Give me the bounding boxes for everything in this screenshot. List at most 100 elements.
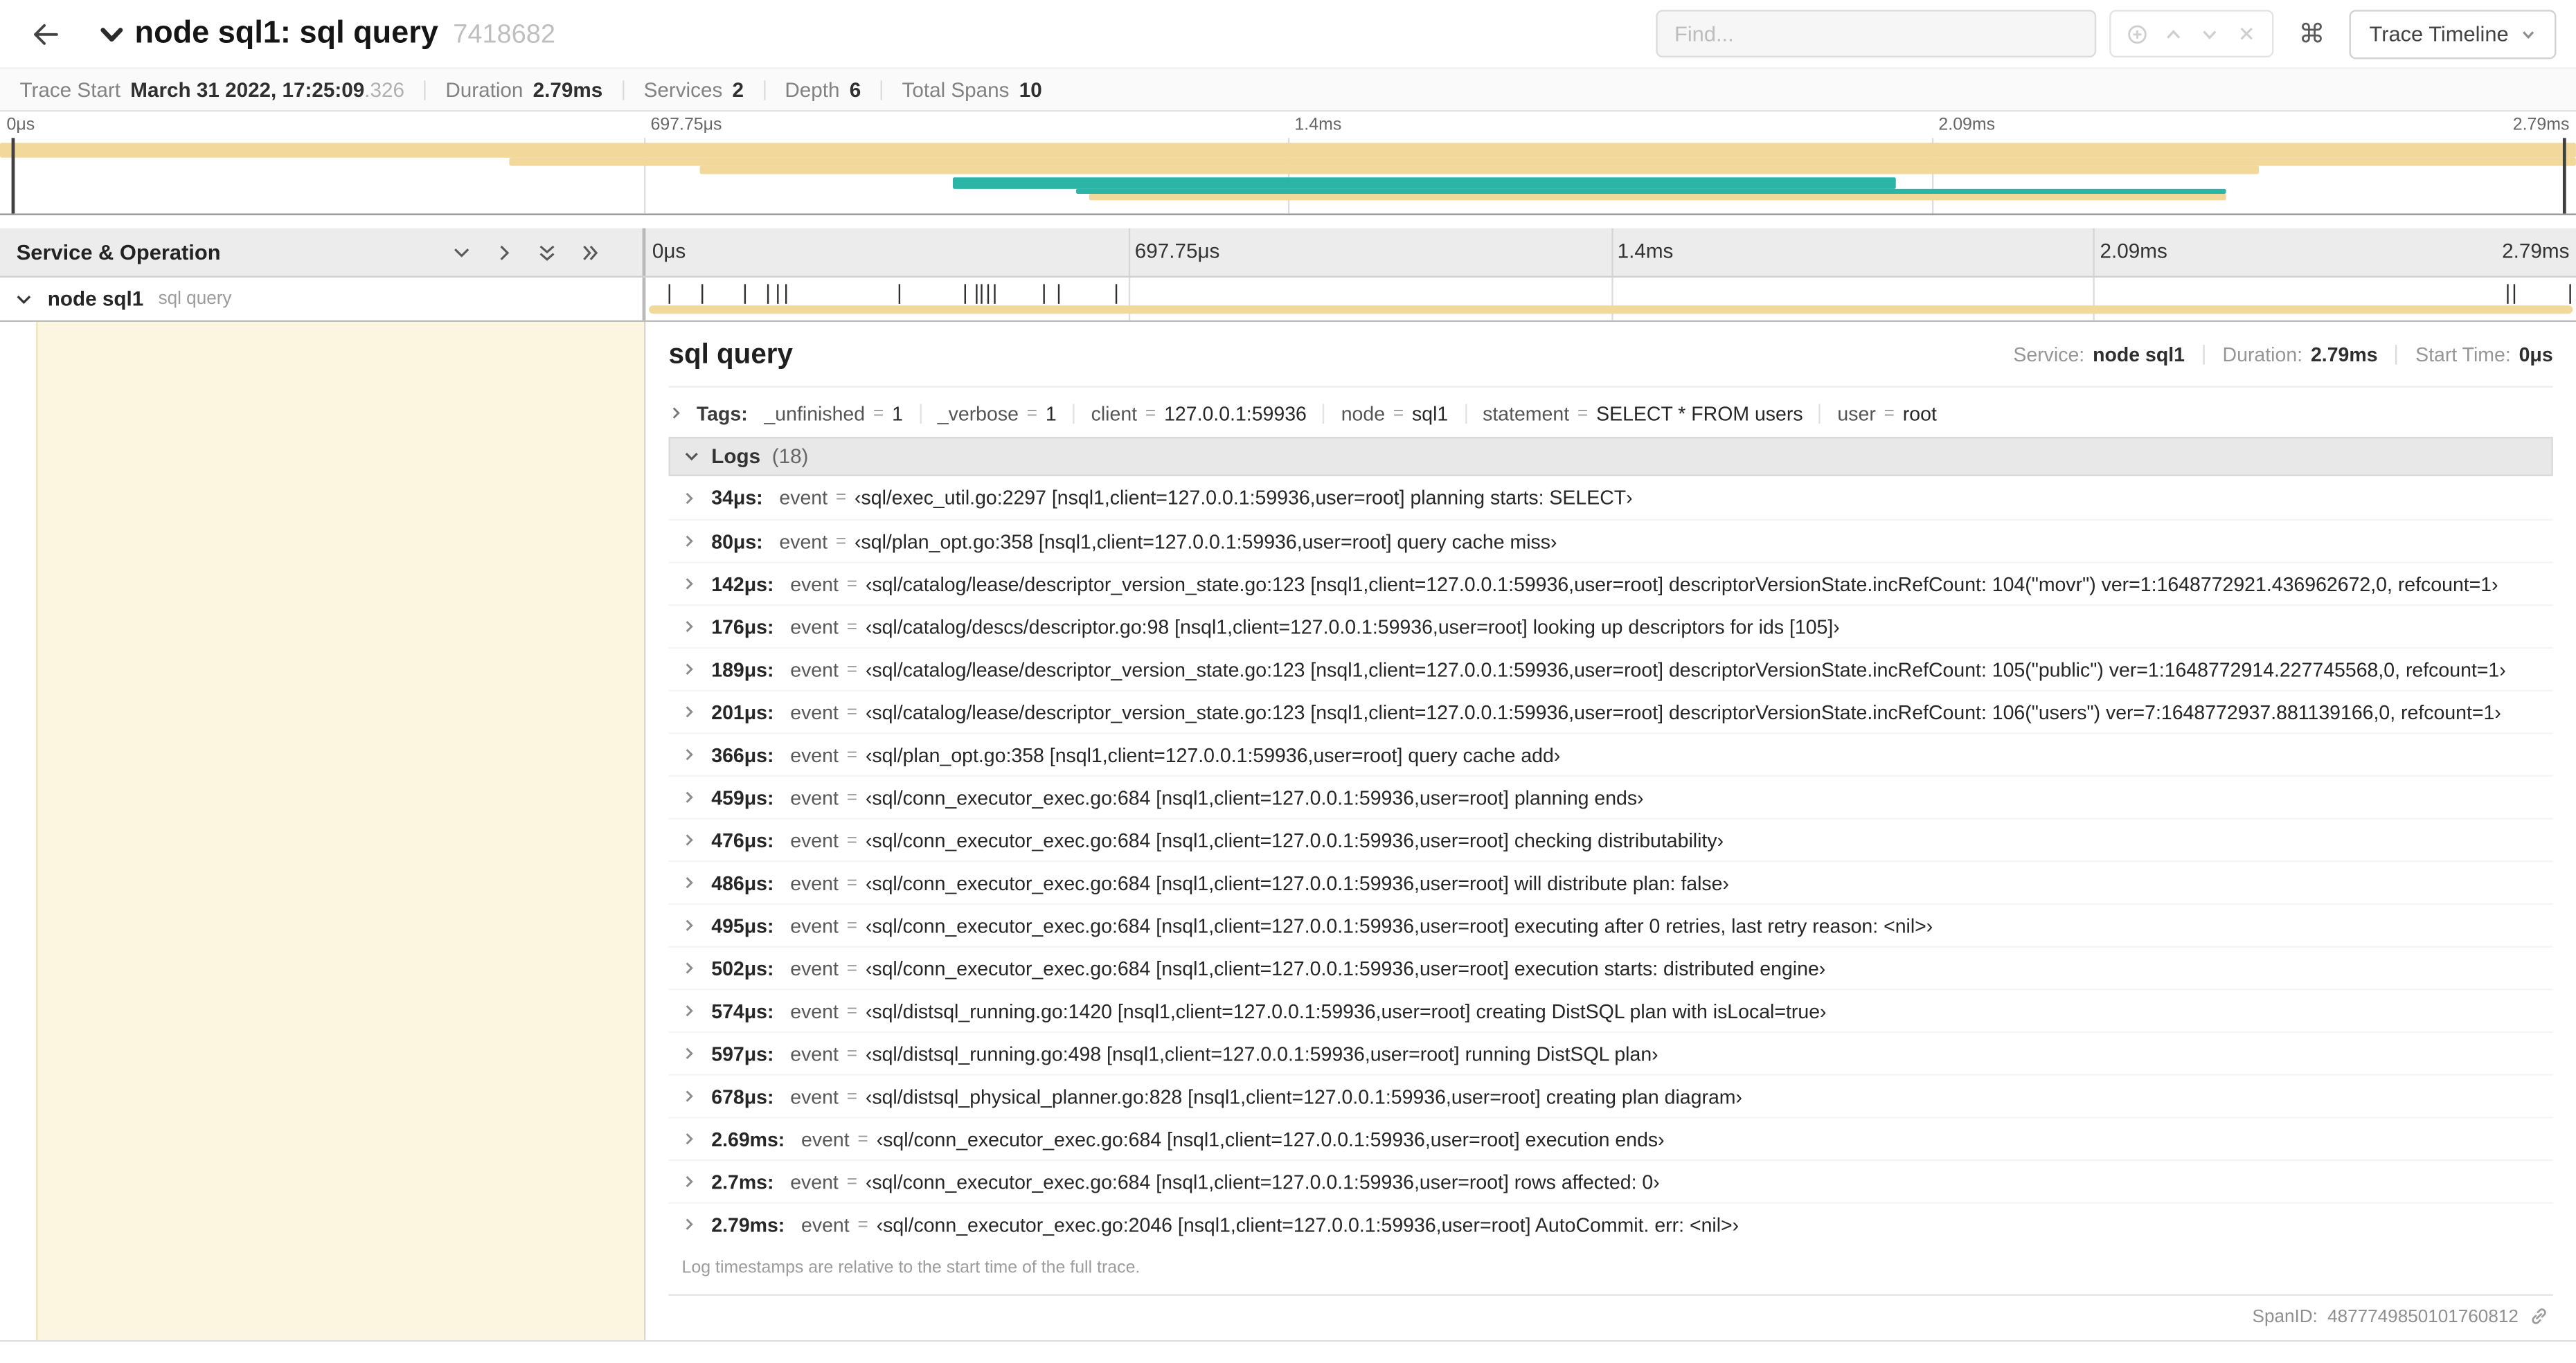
log-row[interactable]: 597μs: event = ‹sql/distsql_running.go:4… xyxy=(668,1031,2553,1074)
minimap-span-bar xyxy=(510,157,2576,166)
log-row[interactable]: 678μs: event = ‹sql/distsql_physical_pla… xyxy=(668,1074,2553,1117)
log-field-key: event xyxy=(790,828,839,852)
collapse-children-chevron-icon[interactable] xyxy=(15,290,33,308)
log-timestamp: 597μs: xyxy=(711,1042,774,1065)
log-field-key: event xyxy=(779,530,828,553)
find-input[interactable] xyxy=(1656,10,2097,58)
collapse-all-button[interactable] xyxy=(537,242,557,262)
log-row[interactable]: 459μs: event = ‹sql/conn_executor_exec.g… xyxy=(668,775,2553,818)
span-operation-name: sql query xyxy=(158,289,232,309)
log-field-key: event xyxy=(790,786,839,809)
log-row[interactable]: 2.79ms: event = ‹sql/conn_executor_exec.… xyxy=(668,1202,2553,1245)
link-icon[interactable] xyxy=(2528,1306,2550,1327)
log-field-value: ‹sql/distsql_running.go:1420 [nsql1,clie… xyxy=(865,999,1827,1022)
log-row[interactable]: 201μs: event = ‹sql/catalog/lease/descri… xyxy=(668,689,2553,732)
clear-search-button[interactable] xyxy=(2228,16,2264,52)
log-row[interactable]: 476μs: event = ‹sql/conn_executor_exec.g… xyxy=(668,818,2553,860)
log-field-value: ‹sql/exec_util.go:2297 [nsql1,client=127… xyxy=(855,486,1633,509)
prev-result-button[interactable] xyxy=(2156,16,2192,52)
logs-title: Logs xyxy=(711,444,761,469)
minimap-scrubber-left[interactable] xyxy=(11,138,15,214)
back-button[interactable] xyxy=(17,6,73,62)
log-row[interactable]: 502μs: event = ‹sql/conn_executor_exec.g… xyxy=(668,946,2553,989)
next-result-button[interactable] xyxy=(2192,16,2228,52)
log-marker xyxy=(776,284,779,304)
log-marker xyxy=(2570,284,2572,304)
span-duration-bar[interactable] xyxy=(649,305,2573,314)
span-row-timeline[interactable] xyxy=(645,277,2576,321)
chevron-right-icon xyxy=(682,833,697,847)
log-row[interactable]: 495μs: event = ‹sql/conn_executor_exec.g… xyxy=(668,903,2553,946)
log-row[interactable]: 80μs: event = ‹sql/plan_opt.go:358 [nsql… xyxy=(668,518,2553,562)
keyboard-shortcuts-button[interactable]: ⌘ xyxy=(2299,18,2325,49)
expand-all-button[interactable] xyxy=(580,242,599,262)
log-field-value: ‹sql/catalog/descs/descriptor.go:98 [nsq… xyxy=(865,615,1840,638)
locate-icon xyxy=(2126,22,2149,45)
log-timestamp: 201μs: xyxy=(711,700,774,724)
log-timestamp: 2.79ms: xyxy=(711,1213,785,1236)
log-row[interactable]: 2.7ms: event = ‹sql/conn_executor_exec.g… xyxy=(668,1159,2553,1202)
chevron-right-icon xyxy=(669,406,683,420)
collapse-trace-chevron-icon[interactable] xyxy=(98,21,125,47)
chevron-right-icon xyxy=(682,619,697,633)
log-row[interactable]: 189μs: event = ‹sql/catalog/lease/descri… xyxy=(668,647,2553,690)
span-detail-footer: SpanID: 4877749850101760812 xyxy=(668,1294,2553,1333)
trace-view-selector-button[interactable]: Trace Timeline xyxy=(2350,9,2557,59)
log-timestamp: 34μs: xyxy=(711,486,763,509)
equals-sign: = xyxy=(1393,403,1404,423)
minimap-scrubber-right[interactable] xyxy=(2563,138,2567,214)
focus-result-button[interactable] xyxy=(2120,16,2156,52)
equals-sign: = xyxy=(1884,403,1895,423)
double-chevron-right-icon xyxy=(580,242,599,262)
tags-label: Tags: xyxy=(696,401,748,425)
chevron-right-icon xyxy=(682,705,697,719)
span-tags-row[interactable]: Tags: _unfinished = 1 _verbose = 1 clien… xyxy=(668,386,2553,437)
span-row[interactable]: node sql1 sql query xyxy=(0,277,2576,321)
minimap-canvas[interactable] xyxy=(0,138,2576,214)
log-timestamp: 366μs: xyxy=(711,743,774,766)
collapse-one-button[interactable] xyxy=(451,242,471,262)
logs-header[interactable]: Logs (18) xyxy=(668,437,2553,476)
tag-key: statement xyxy=(1483,401,1570,425)
log-row[interactable]: 34μs: event = ‹sql/exec_util.go:2297 [ns… xyxy=(669,476,2553,519)
log-row[interactable]: 176μs: event = ‹sql/catalog/descs/descri… xyxy=(668,604,2553,647)
tag-item: _verbose = 1 xyxy=(903,401,1057,424)
minimap-span-bar xyxy=(700,165,2260,174)
log-row[interactable]: 142μs: event = ‹sql/catalog/lease/descri… xyxy=(668,561,2553,604)
log-row[interactable]: 486μs: event = ‹sql/conn_executor_exec.g… xyxy=(668,860,2553,903)
log-marker xyxy=(2514,284,2516,304)
span-detail-panel: sql query Service: node sql1 Duration: 2… xyxy=(645,321,2576,1340)
log-field-key: event xyxy=(801,1127,850,1150)
log-timestamp: 495μs: xyxy=(711,914,774,937)
chevron-right-icon xyxy=(682,1089,697,1103)
tag-item: _unfinished = 1 xyxy=(764,401,903,424)
log-field-value: ‹sql/distsql_physical_planner.go:828 [ns… xyxy=(865,1084,1743,1108)
equals-sign: = xyxy=(835,487,847,508)
log-field-value: ‹sql/conn_executor_exec.go:684 [nsql1,cl… xyxy=(865,1170,1660,1193)
minimap-span-bar xyxy=(0,143,2576,158)
log-field-key: event xyxy=(790,700,839,724)
minimap-span-bar xyxy=(1089,193,2226,201)
equals-sign: = xyxy=(846,787,858,808)
summary-value: 6 xyxy=(849,78,861,101)
log-row[interactable]: 366μs: event = ‹sql/plan_opt.go:358 [nsq… xyxy=(668,732,2553,775)
chevron-right-icon xyxy=(494,242,514,262)
log-field-value: ‹sql/conn_executor_exec.go:684 [nsql1,cl… xyxy=(865,828,1724,852)
log-timestamp: 142μs: xyxy=(711,572,774,595)
equals-sign: = xyxy=(1577,403,1589,423)
equals-sign: = xyxy=(1026,403,1038,423)
expand-one-button[interactable] xyxy=(494,242,514,262)
summary-item: Duration 2.79ms xyxy=(404,78,602,101)
trace-view-label: Trace Timeline xyxy=(2369,21,2509,46)
log-marker xyxy=(987,284,990,304)
log-field-key: event xyxy=(790,1170,839,1193)
log-row[interactable]: 574μs: event = ‹sql/distsql_running.go:1… xyxy=(668,989,2553,1031)
log-field-key: event xyxy=(790,572,839,595)
log-marker xyxy=(2506,284,2508,304)
log-row[interactable]: 2.69ms: event = ‹sql/conn_executor_exec.… xyxy=(668,1117,2553,1159)
timeline-header-row: Service & Operation 0μs 697.75μs 1.4ms 2… xyxy=(0,228,2576,278)
log-field-key: event xyxy=(779,486,828,509)
log-marker xyxy=(767,284,769,304)
log-marker xyxy=(1058,284,1061,304)
span-row-name-column[interactable]: node sql1 sql query xyxy=(0,277,646,321)
